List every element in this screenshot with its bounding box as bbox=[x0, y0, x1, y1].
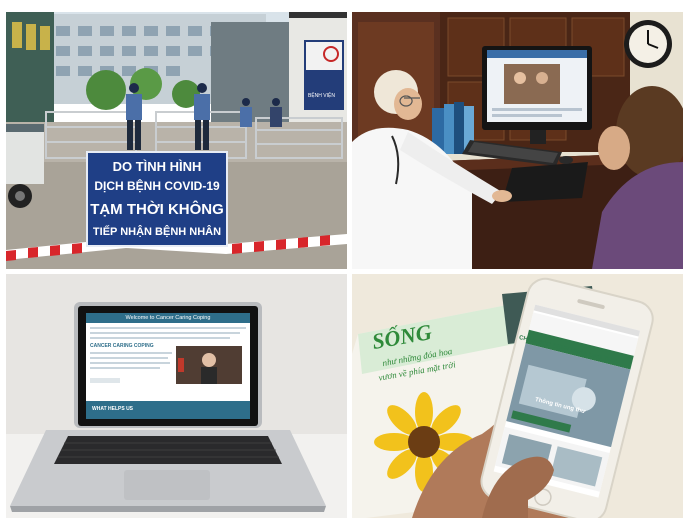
laptop-scene bbox=[6, 274, 347, 518]
sign-line-1: DO TÌNH HÌNH bbox=[112, 159, 202, 174]
sign-line-2: DỊCH BỆNH COVID-19 bbox=[94, 179, 220, 193]
photo-doctor-telemedicine bbox=[352, 12, 683, 269]
sign-line-4: TIẾP NHẬN BỆNH NHÂN bbox=[92, 226, 222, 238]
phone-scene bbox=[352, 274, 683, 518]
photo-laptop-website: Welcome to Cancer Caring Coping CANCER C… bbox=[6, 274, 347, 518]
doctor-scene bbox=[352, 12, 683, 269]
covid-notice-sign: DO TÌNH HÌNH DỊCH BỆNH COVID-19 TẠM THỜI… bbox=[86, 151, 228, 247]
website-section-2-title: WHAT HELPS US bbox=[92, 406, 134, 412]
photo-phone-app: SỐNG như những đóa hoa vươn về phía mặt … bbox=[352, 274, 683, 518]
sign-line-3: TẠM THỜI KHÔNG bbox=[90, 201, 224, 218]
website-section-title: CANCER CARING COPING bbox=[90, 343, 154, 349]
website-header-text: Welcome to Cancer Caring Coping bbox=[125, 315, 211, 321]
notice-board-text: BỆNH VIỆN bbox=[308, 91, 335, 99]
photo-hospital-entrance: BỆNH VIỆN DO TÌNH HÌNH DỊCH BỆNH COVID-1… bbox=[6, 12, 347, 269]
